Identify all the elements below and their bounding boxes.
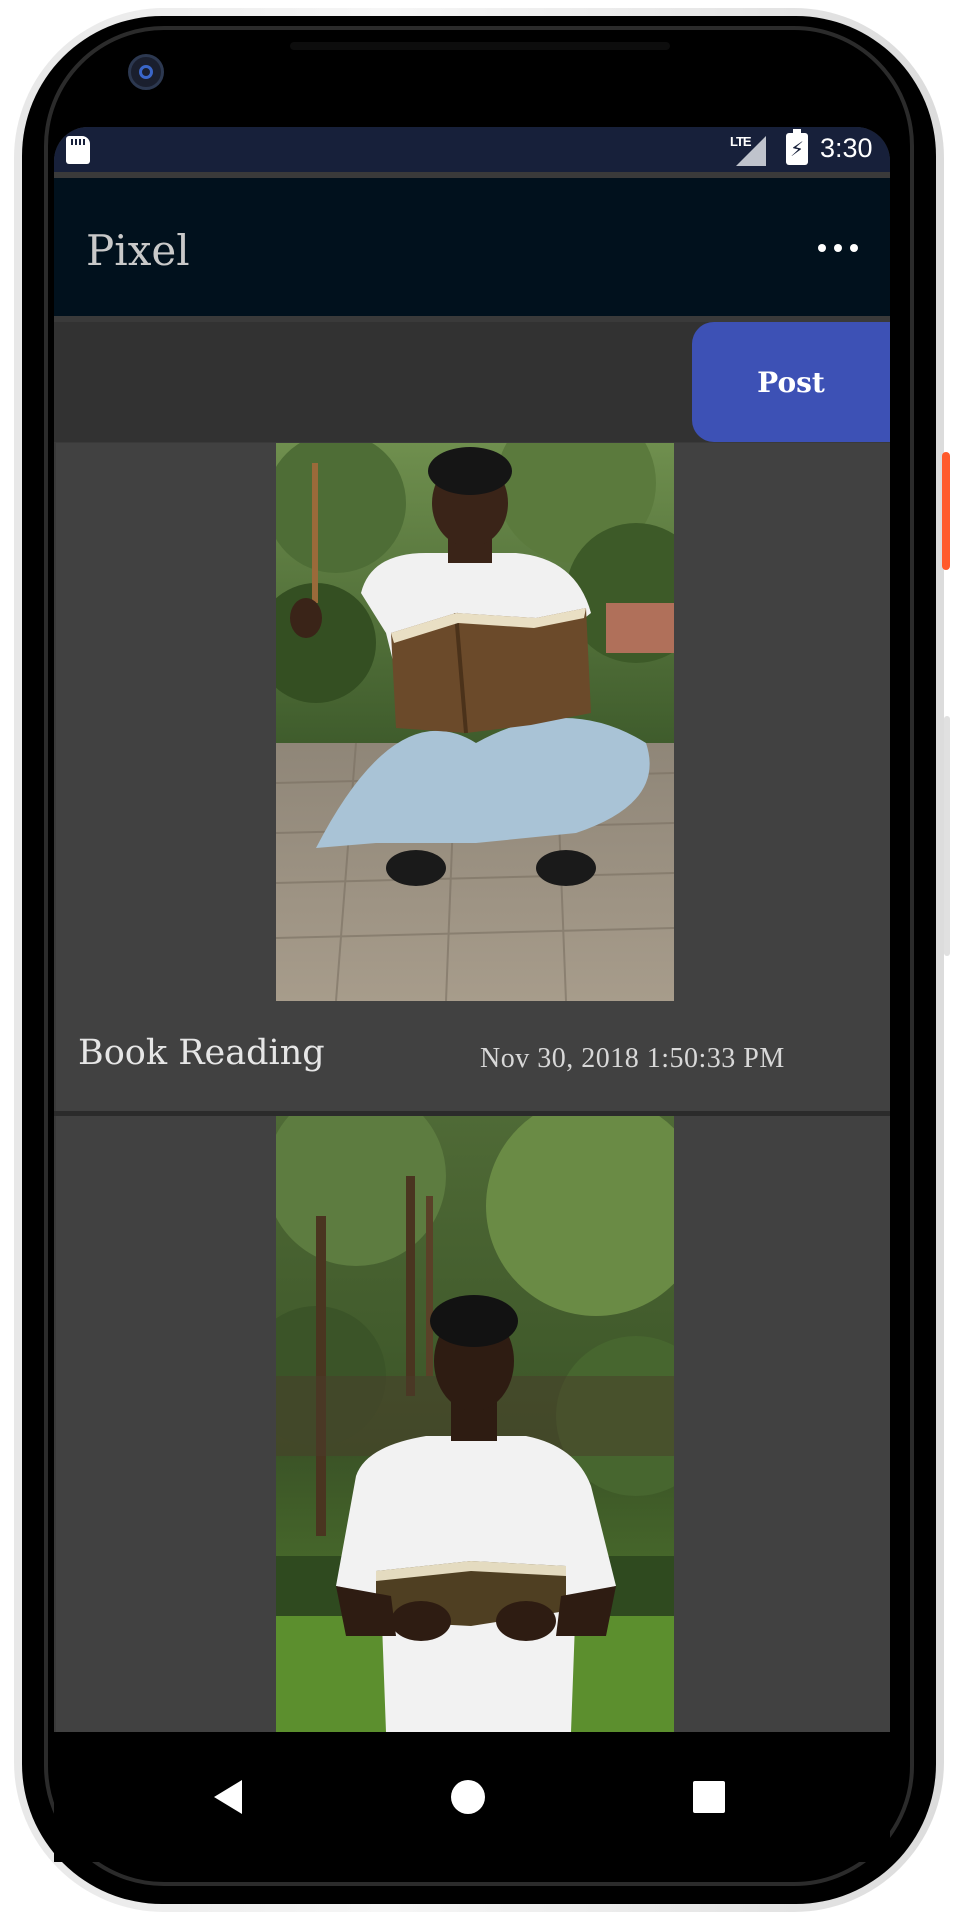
app-bar: Pixel bbox=[54, 178, 890, 316]
front-camera bbox=[128, 54, 164, 90]
back-icon[interactable] bbox=[214, 1780, 242, 1814]
app-screen: LTE ⚡ 3:30 Pixel Post Book Reading Nov 3… bbox=[54, 127, 890, 1732]
power-button[interactable] bbox=[942, 452, 950, 570]
navigation-bar bbox=[54, 1732, 890, 1862]
sd-card-icon bbox=[66, 136, 90, 164]
man-standing-reading-book-photo bbox=[276, 1116, 674, 1732]
post-caption: Book Reading bbox=[78, 1033, 325, 1073]
overflow-menu-icon[interactable] bbox=[818, 233, 858, 263]
home-icon[interactable] bbox=[451, 1780, 485, 1814]
post-card[interactable] bbox=[56, 1116, 890, 1732]
post-image[interactable] bbox=[276, 443, 674, 1001]
status-bar: LTE ⚡ 3:30 bbox=[54, 127, 890, 172]
recents-icon[interactable] bbox=[693, 1781, 725, 1813]
status-time: 3:30 bbox=[820, 133, 873, 163]
app-title: Pixel bbox=[86, 226, 190, 275]
man-sitting-reading-book-photo bbox=[276, 443, 674, 1001]
battery-charging-icon: ⚡ bbox=[786, 129, 808, 165]
post-card[interactable]: Book Reading Nov 30, 2018 1:50:33 PM bbox=[56, 443, 890, 1111]
earpiece-speaker bbox=[290, 42, 670, 50]
compose-row: Post bbox=[54, 322, 890, 442]
network-type: LTE bbox=[730, 134, 752, 149]
post-date: Nov 30, 2018 1:50:33 PM bbox=[480, 1043, 785, 1074]
post-image[interactable] bbox=[276, 1116, 674, 1732]
volume-button[interactable] bbox=[944, 716, 950, 956]
post-button[interactable]: Post bbox=[692, 322, 890, 442]
